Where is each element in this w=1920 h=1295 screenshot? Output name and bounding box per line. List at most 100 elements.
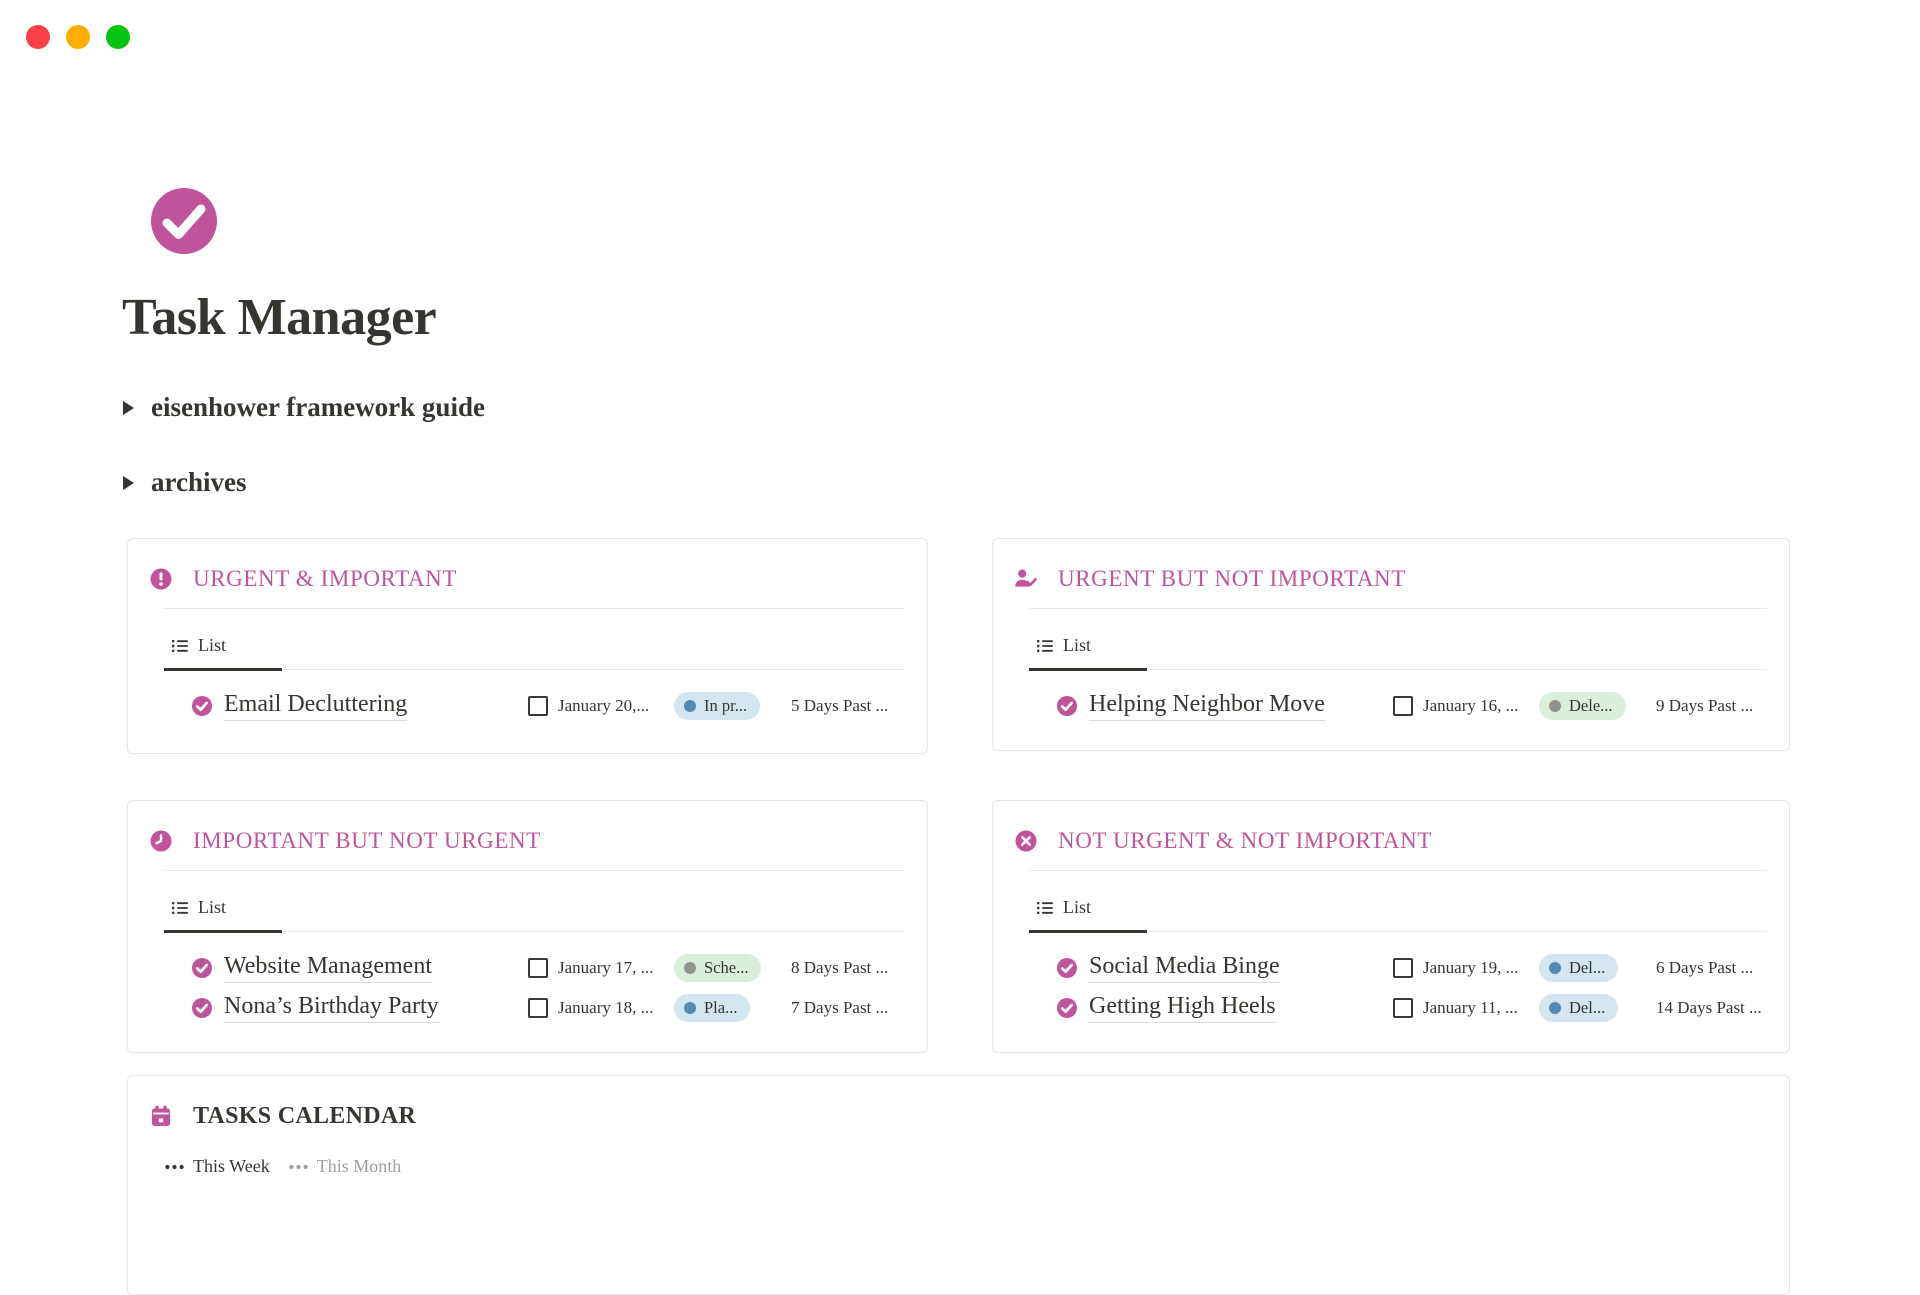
- calendar-title: TASKS CALENDAR: [193, 1103, 416, 1130]
- status-badge[interactable]: Pla...: [674, 994, 750, 1022]
- days-past-cell[interactable]: 9 Days Past ...: [1656, 696, 1767, 716]
- toggle-label: archives: [151, 467, 247, 498]
- status-label: Del...: [1569, 998, 1605, 1018]
- done-checkbox[interactable]: [528, 696, 548, 716]
- exclamation-circle-icon: [149, 567, 173, 591]
- done-checkbox[interactable]: [1393, 958, 1413, 978]
- quadrant-title: URGENT & IMPORTANT: [193, 566, 457, 592]
- days-past-cell[interactable]: 14 Days Past ...: [1656, 998, 1767, 1018]
- due-date-cell[interactable]: January 11, ...: [1423, 998, 1539, 1018]
- tab-list-view[interactable]: List: [1029, 871, 1147, 933]
- list-view-icon: [1036, 899, 1054, 917]
- quadrant-title: IMPORTANT BUT NOT URGENT: [193, 828, 541, 854]
- view-tabs: List: [164, 871, 905, 932]
- table-row: Email Decluttering January 20,... In pr.…: [191, 686, 905, 726]
- table-row: Getting High Heels January 11, ... Del..…: [1056, 988, 1767, 1028]
- status-dot-icon: [1549, 962, 1561, 974]
- tab-list-view[interactable]: List: [1029, 609, 1147, 671]
- quadrant-card-urgent-important: URGENT & IMPORTANT List Email Declutteri…: [127, 538, 928, 754]
- tab-label: List: [198, 897, 226, 918]
- task-check-circle-icon[interactable]: [1056, 695, 1078, 717]
- status-dot-icon: [684, 1002, 696, 1014]
- tab-label: This Week: [193, 1156, 270, 1177]
- task-title-link[interactable]: Email Decluttering: [224, 691, 407, 721]
- task-title-link[interactable]: Social Media Binge: [1089, 953, 1280, 983]
- tab-list-view[interactable]: List: [164, 609, 282, 671]
- quadrant-header: URGENT BUT NOT IMPORTANT: [1014, 565, 1767, 593]
- tab-this-month[interactable]: This Month: [288, 1156, 402, 1177]
- tab-label: This Month: [317, 1156, 402, 1177]
- chevron-right-icon: [123, 476, 134, 490]
- quadrant-header: NOT URGENT & NOT IMPORTANT: [1014, 827, 1767, 855]
- close-window-button[interactable]: [26, 25, 50, 49]
- calendar-header: TASKS CALENDAR: [149, 1102, 1767, 1130]
- page-check-circle-icon[interactable]: [145, 182, 223, 260]
- due-date-cell[interactable]: January 16, ...: [1423, 696, 1539, 716]
- status-dot-icon: [684, 962, 696, 974]
- task-list: Website Management January 17, ... Sche.…: [191, 948, 905, 1028]
- person-check-icon: [1014, 567, 1038, 591]
- task-check-circle-icon[interactable]: [191, 957, 213, 979]
- quadrant-card-not-urgent-not-important: NOT URGENT & NOT IMPORTANT List Social M…: [992, 800, 1790, 1053]
- task-list: Helping Neighbor Move January 16, ... De…: [1056, 686, 1767, 726]
- calendar-icon: [149, 1104, 173, 1128]
- view-dots-icon: [164, 1163, 185, 1171]
- task-list: Email Decluttering January 20,... In pr.…: [191, 686, 905, 726]
- minimize-window-button[interactable]: [66, 25, 90, 49]
- days-past-cell[interactable]: 5 Days Past ...: [791, 696, 905, 716]
- table-row: Helping Neighbor Move January 16, ... De…: [1056, 686, 1767, 726]
- tab-label: List: [1063, 635, 1091, 656]
- chevron-right-icon: [123, 401, 134, 415]
- table-row: Nona’s Birthday Party January 18, ... Pl…: [191, 988, 905, 1028]
- status-label: Pla...: [704, 998, 737, 1018]
- days-past-cell[interactable]: 8 Days Past ...: [791, 958, 905, 978]
- task-title-link[interactable]: Helping Neighbor Move: [1089, 691, 1325, 721]
- task-check-circle-icon[interactable]: [1056, 957, 1078, 979]
- status-label: Sche...: [704, 958, 748, 978]
- done-checkbox[interactable]: [1393, 696, 1413, 716]
- task-manager-page: { "colors": { "accent_pink": "#c0549b", …: [0, 0, 1920, 1200]
- status-badge[interactable]: Del...: [1539, 954, 1618, 982]
- view-tabs: List: [164, 609, 905, 670]
- status-badge[interactable]: Del...: [1539, 994, 1618, 1022]
- quadrant-title: NOT URGENT & NOT IMPORTANT: [1058, 828, 1432, 854]
- status-badge[interactable]: Dele...: [1539, 692, 1626, 720]
- status-badge[interactable]: Sche...: [674, 954, 761, 982]
- done-checkbox[interactable]: [528, 998, 548, 1018]
- due-date-cell[interactable]: January 20,...: [558, 696, 674, 716]
- table-row: Website Management January 17, ... Sche.…: [191, 948, 905, 988]
- task-check-circle-icon[interactable]: [191, 695, 213, 717]
- quadrant-card-urgent-not-important: URGENT BUT NOT IMPORTANT List Helping Ne…: [992, 538, 1790, 751]
- list-view-icon: [1036, 637, 1054, 655]
- status-label: In pr...: [704, 696, 747, 716]
- due-date-cell[interactable]: January 19, ...: [1423, 958, 1539, 978]
- status-dot-icon: [1549, 700, 1561, 712]
- task-title-link[interactable]: Nona’s Birthday Party: [224, 993, 439, 1023]
- days-past-cell[interactable]: 7 Days Past ...: [791, 998, 905, 1018]
- tab-this-week[interactable]: This Week: [164, 1156, 270, 1177]
- due-date-cell[interactable]: January 18, ...: [558, 998, 674, 1018]
- window-controls: [26, 25, 130, 49]
- done-checkbox[interactable]: [528, 958, 548, 978]
- status-dot-icon: [1549, 1002, 1561, 1014]
- tab-label: List: [198, 635, 226, 656]
- toggle-eisenhower-framework-guide[interactable]: eisenhower framework guide: [123, 392, 485, 423]
- task-check-circle-icon[interactable]: [191, 997, 213, 1019]
- toggle-archives[interactable]: archives: [123, 467, 247, 498]
- calendar-view-tabs: This Week This Month: [164, 1156, 1767, 1177]
- due-date-cell[interactable]: January 17, ...: [558, 958, 674, 978]
- task-check-circle-icon[interactable]: [1056, 997, 1078, 1019]
- done-checkbox[interactable]: [1393, 998, 1413, 1018]
- task-title-link[interactable]: Website Management: [224, 953, 432, 983]
- quadrant-card-important-not-urgent: IMPORTANT BUT NOT URGENT List Website Ma…: [127, 800, 928, 1053]
- view-dots-icon: [288, 1163, 309, 1171]
- status-badge[interactable]: In pr...: [674, 692, 760, 720]
- view-tabs: List: [1029, 871, 1767, 932]
- clock-icon: [149, 829, 173, 853]
- task-title-link[interactable]: Getting High Heels: [1089, 993, 1276, 1023]
- days-past-cell[interactable]: 6 Days Past ...: [1656, 958, 1767, 978]
- zoom-window-button[interactable]: [106, 25, 130, 49]
- tab-list-view[interactable]: List: [164, 871, 282, 933]
- status-dot-icon: [684, 700, 696, 712]
- list-view-icon: [171, 637, 189, 655]
